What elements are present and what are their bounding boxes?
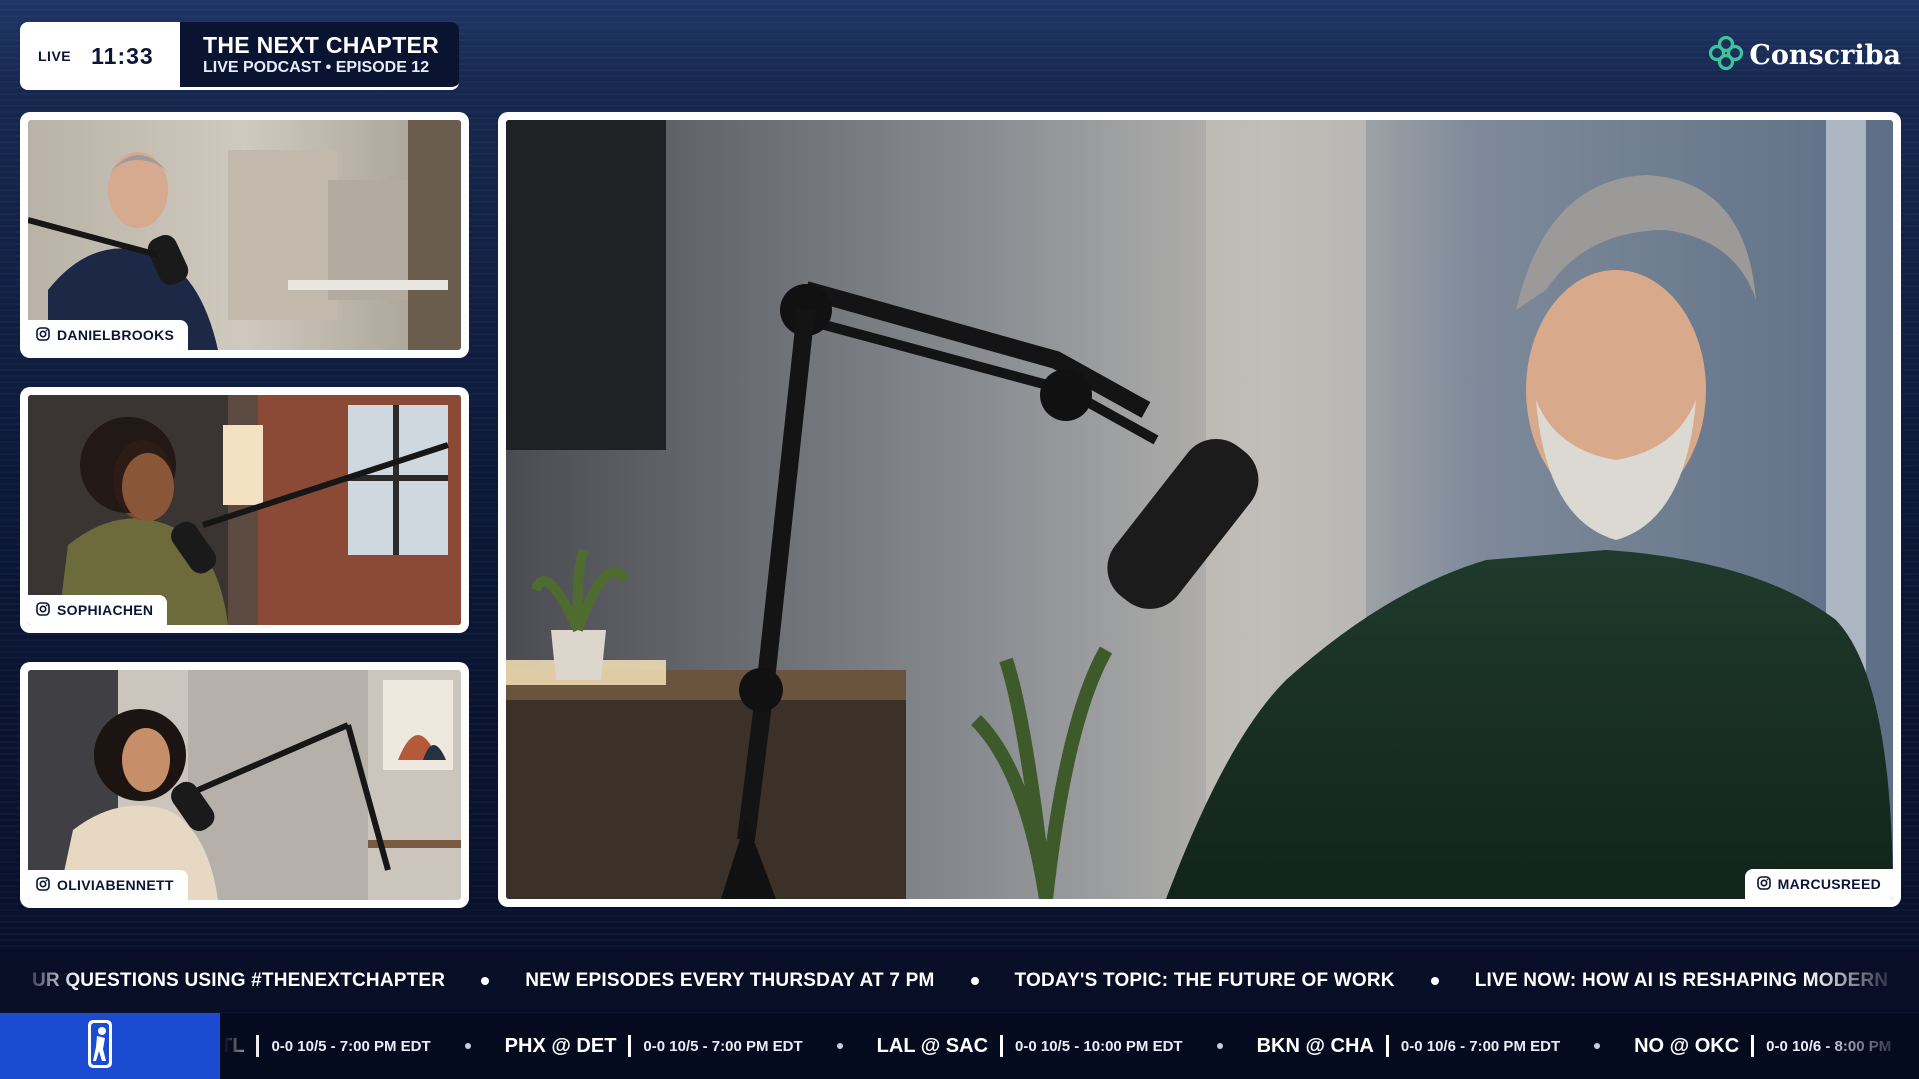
live-label: LIVE xyxy=(38,48,72,64)
participant-handle-tag: OLIVIABENNETT xyxy=(28,870,188,900)
game-matchup: NO @ OKC xyxy=(1634,1034,1740,1057)
ticker-separator xyxy=(970,977,979,985)
scoreboard-bar: TL 0-0 10/5 - 7:00 PM EDT PHX @ DET 0-0 … xyxy=(0,1013,1919,1079)
game-item: PHX @ DET 0-0 10/5 - 7:00 PM EDT xyxy=(505,1035,803,1058)
live-clock: 11:33 xyxy=(91,42,154,69)
game-dot xyxy=(836,1043,843,1049)
game-time: 0-0 10/5 - 7:00 PM EDT xyxy=(643,1037,803,1055)
instagram-icon xyxy=(1756,875,1771,893)
ticker-track: UR QUESTIONS USING #THENEXTCHAPTER NEW E… xyxy=(32,950,1888,1012)
main-speaker-video: MARCUSREED xyxy=(506,120,1893,899)
participant-handle: MARCUSREED xyxy=(1777,876,1881,892)
participant-tile-danielbrooks[interactable]: DANIELBROOKS xyxy=(20,112,469,358)
ticker-separator xyxy=(1430,977,1439,985)
game-dot xyxy=(1216,1043,1223,1049)
show-title: THE NEXT CHAPTER xyxy=(203,32,440,58)
ticker-fade-left xyxy=(0,950,80,1012)
participant-tile-oliviabennett[interactable]: OLIVIABENNETT xyxy=(20,662,469,908)
participant-handle: OLIVIABENNETT xyxy=(57,877,174,893)
participant-video: DANIELBROOKS xyxy=(28,120,461,350)
game-dot xyxy=(1594,1043,1601,1049)
game-matchup: BKN @ CHA xyxy=(1256,1034,1374,1057)
participant-handle: DANIELBROOKS xyxy=(57,327,175,343)
participant-tile-sophiachen[interactable]: SOPHIACHEN xyxy=(20,387,469,633)
brand-name: Conscriba xyxy=(1749,40,1901,71)
participant-handle-tag: DANIELBROOKS xyxy=(28,320,189,350)
instagram-icon xyxy=(36,876,50,894)
instagram-icon xyxy=(36,326,50,344)
ticker-fade-right xyxy=(1809,950,1919,1012)
game-time: 0-0 10/6 - 7:00 PM EDT xyxy=(1400,1037,1561,1055)
game-separator xyxy=(628,1035,632,1057)
scoreboard-fade-left xyxy=(220,1013,260,1079)
participant-video: OLIVIABENNETT xyxy=(28,670,461,900)
show-title-banner: THE NEXT CHAPTER LIVE PODCAST • EPISODE … xyxy=(180,22,459,90)
game-time: 0-0 10/5 - 10:00 PM EDT xyxy=(1015,1037,1183,1055)
basketball-league-logo-icon xyxy=(87,1019,113,1074)
scoreboard-fade-right xyxy=(1819,1013,1919,1079)
game-matchup: PHX @ DET xyxy=(504,1034,617,1057)
ticker-item: TODAY'S TOPIC: THE FUTURE OF WORK xyxy=(1014,970,1395,991)
game-time: 0-0 10/5 - 7:00 PM EDT xyxy=(271,1037,431,1055)
participant-handle-tag: MARCUSREED xyxy=(1744,869,1893,899)
game-matchup: LAL @ SAC xyxy=(876,1034,989,1057)
ticker-item: UR QUESTIONS USING #THENEXTCHAPTER xyxy=(32,970,446,991)
news-ticker: UR QUESTIONS USING #THENEXTCHAPTER NEW E… xyxy=(0,950,1919,1012)
league-logo-box xyxy=(0,1013,220,1079)
participant-handle: SOPHIACHEN xyxy=(57,602,154,618)
scoreboard-track: TL 0-0 10/5 - 7:00 PM EDT PHX @ DET 0-0 … xyxy=(220,1013,1891,1079)
main-speaker-tile-marcusreed[interactable]: MARCUSREED xyxy=(498,112,1901,907)
participant-video: SOPHIACHEN xyxy=(28,395,461,625)
game-dot xyxy=(464,1043,471,1049)
game-item: BKN @ CHA 0-0 10/6 - 7:00 PM EDT xyxy=(1256,1034,1561,1058)
instagram-icon xyxy=(36,601,50,619)
game-separator xyxy=(1751,1035,1755,1057)
live-clock-badge: LIVE 11:33 xyxy=(20,22,180,90)
game-separator xyxy=(1000,1035,1004,1057)
game-separator xyxy=(1385,1035,1389,1057)
clover-knot-icon xyxy=(1707,34,1745,77)
show-subtitle: LIVE PODCAST • EPISODE 12 xyxy=(203,59,430,76)
ticker-item: NEW EPISODES EVERY THURSDAY AT 7 PM xyxy=(525,970,935,991)
brand-logo: Conscriba xyxy=(1707,34,1901,77)
game-item: LAL @ SAC 0-0 10/5 - 10:00 PM EDT xyxy=(877,1035,1183,1058)
participant-handle-tag: SOPHIACHEN xyxy=(28,595,168,625)
ticker-separator xyxy=(481,977,490,985)
